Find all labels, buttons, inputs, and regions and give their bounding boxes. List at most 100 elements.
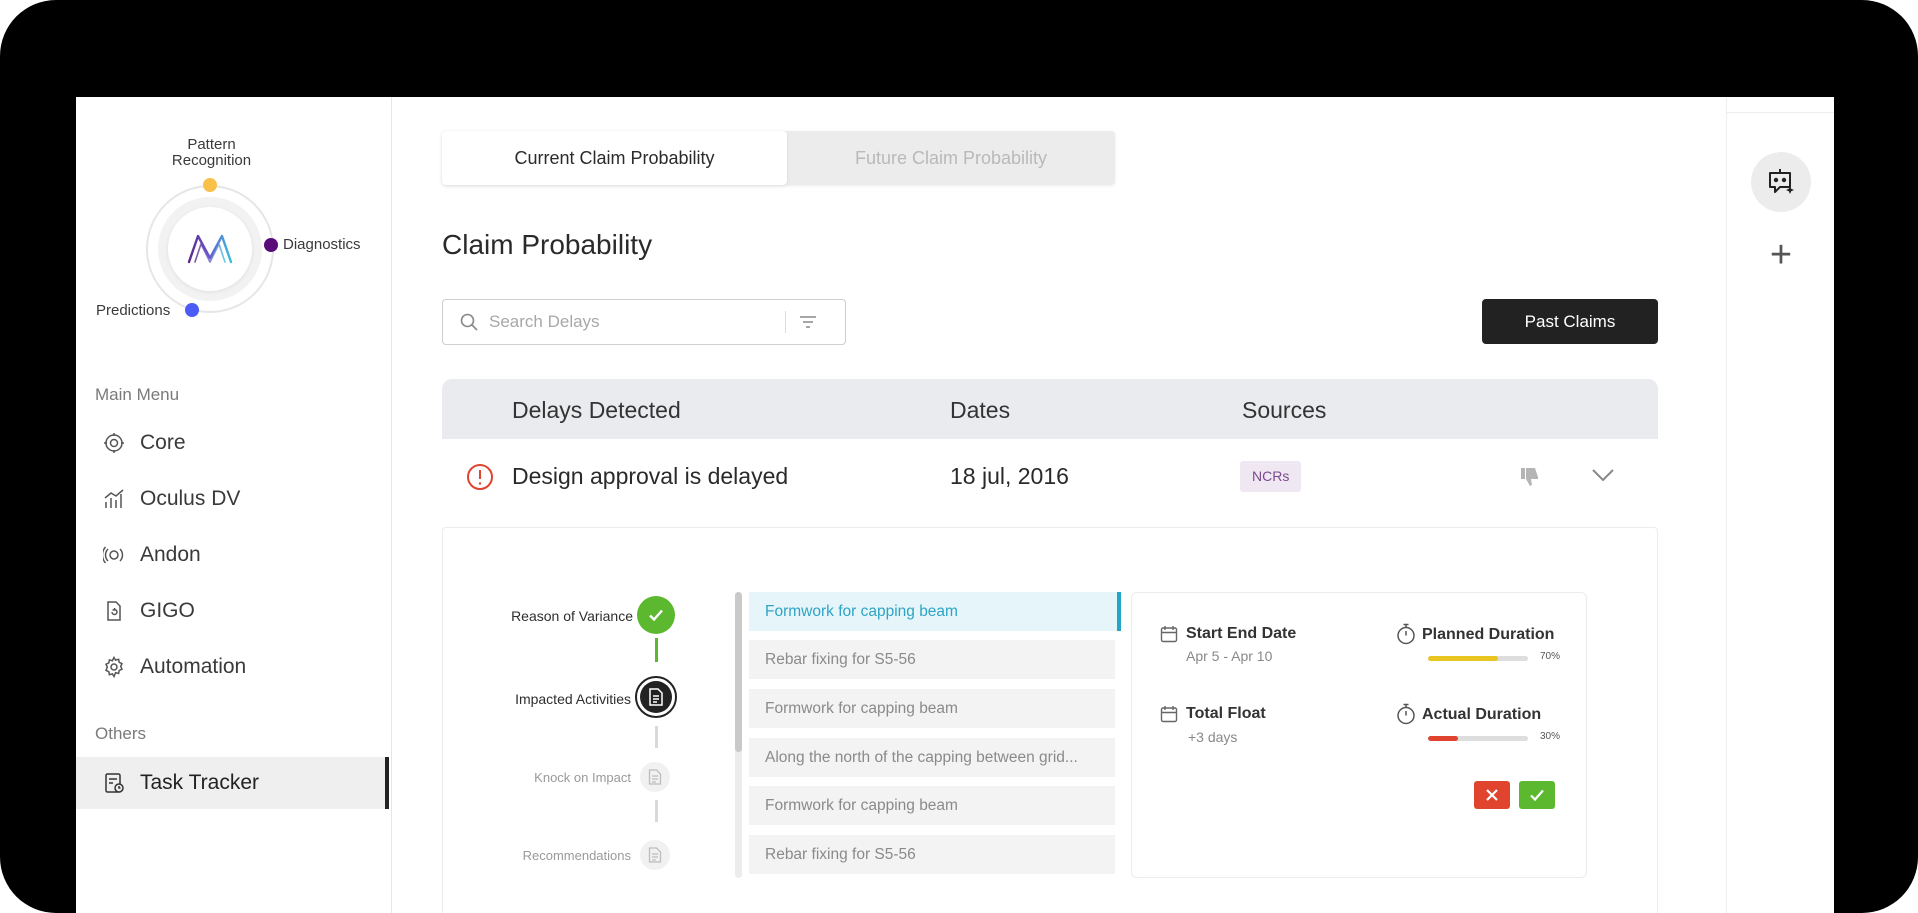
step-label-impacted-activities: Impacted Activities: [515, 691, 631, 707]
orbit-label-predictions: Predictions: [96, 302, 171, 319]
predictions-dot[interactable]: [185, 303, 199, 317]
planned-duration-percent: 70%: [1540, 651, 1561, 662]
sidebar-item-gigo[interactable]: GIGO: [76, 585, 392, 637]
total-float-title: Total Float: [1186, 705, 1266, 722]
active-indicator: [385, 757, 389, 809]
table-header: Delays Detected Dates Sources: [442, 379, 1658, 439]
signal-icon: [102, 543, 126, 567]
search-icon: [460, 313, 478, 331]
main-menu-title: Main Menu: [95, 385, 180, 404]
step-current-icon[interactable]: [635, 676, 677, 718]
sidebar-item-label: Andon: [140, 543, 201, 566]
step-done-icon[interactable]: [637, 596, 675, 634]
filter-icon[interactable]: [798, 314, 818, 330]
close-icon: [1486, 789, 1498, 801]
activities-scrollbar[interactable]: [735, 592, 742, 878]
others-title: Others: [95, 724, 147, 743]
document-refresh-icon: [102, 599, 126, 623]
past-claims-button[interactable]: Past Claims: [1482, 299, 1658, 344]
actual-duration-bar: [1428, 736, 1528, 741]
tab-current-claim-probability[interactable]: Current Claim Probability: [442, 131, 787, 185]
scrollbar-thumb[interactable]: [735, 592, 742, 752]
ai-assistant-button[interactable]: [1751, 152, 1811, 212]
step-pending-icon[interactable]: [640, 840, 670, 870]
start-end-date-value: Apr 5 - Apr 10: [1186, 648, 1273, 664]
thumbs-down-icon[interactable]: [1518, 465, 1542, 494]
sidebar-item-label: GIGO: [140, 599, 195, 622]
brand-logo[interactable]: [168, 207, 252, 291]
search-divider: [785, 311, 786, 333]
sidebar-item-task-tracker[interactable]: Task Tracker: [76, 757, 389, 809]
brand-orbit: Pattern Recognition Diagnostics Predicti…: [76, 97, 392, 337]
check-icon: [1530, 789, 1544, 802]
orbit-label-diagnostics: Diagnostics: [283, 236, 361, 253]
page-title: Claim Probability: [442, 229, 653, 260]
right-rail: +: [1726, 97, 1834, 913]
probability-tabs: Current Claim Probability Future Claim P…: [442, 131, 1115, 185]
planned-duration-bar: [1428, 656, 1528, 661]
header-dates: Dates: [950, 397, 1011, 423]
total-float-value: +3 days: [1188, 729, 1238, 745]
m-logo-icon: [187, 234, 233, 264]
activity-item[interactable]: Formwork for capping beam: [749, 786, 1115, 825]
sidebar-item-oculus-dv[interactable]: Oculus DV: [76, 473, 392, 525]
planned-duration-fill: [1428, 656, 1498, 661]
actual-duration-percent: 30%: [1540, 731, 1561, 742]
app-screen: Pattern Recognition Diagnostics Predicti…: [76, 97, 1834, 913]
table-row[interactable]: Design approval is delayed 18 jul, 2016 …: [442, 439, 1658, 515]
add-icon[interactable]: +: [1765, 236, 1797, 274]
core-icon: [102, 431, 126, 455]
step-pending-icon[interactable]: [640, 762, 670, 792]
delay-description: Design approval is delayed: [512, 463, 789, 489]
diagnostics-dot[interactable]: [264, 238, 278, 252]
sidebar-item-core[interactable]: Core: [76, 417, 392, 469]
stopwatch-icon: [1397, 623, 1415, 645]
search-input[interactable]: [489, 312, 779, 332]
chart-icon: [102, 487, 126, 511]
activity-item[interactable]: Along the north of the capping between g…: [749, 738, 1115, 777]
chevron-down-icon[interactable]: [1590, 467, 1616, 488]
actual-duration-title: Actual Duration: [1422, 706, 1542, 723]
activity-item[interactable]: Rebar fixing for S5-56: [749, 835, 1115, 874]
orbit-label-pattern-recognition: Pattern Recognition: [171, 136, 252, 169]
calendar-icon: [1160, 626, 1178, 643]
header-sources: Sources: [1242, 397, 1327, 423]
document-icon: [640, 681, 672, 713]
calendar-icon: [1160, 706, 1178, 723]
activity-item[interactable]: Formwork for capping beam: [749, 689, 1115, 728]
device-frame: Pattern Recognition Diagnostics Predicti…: [0, 0, 1918, 913]
reject-button[interactable]: [1474, 781, 1510, 809]
tab-future-claim-probability[interactable]: Future Claim Probability: [787, 131, 1115, 185]
sidebar-item-label: Task Tracker: [140, 771, 260, 794]
stopwatch-icon: [1397, 703, 1415, 725]
sidebar-item-automation[interactable]: Automation: [76, 641, 392, 693]
gear-icon: [102, 655, 126, 679]
step-label-knock-on-impact: Knock on Impact: [534, 770, 631, 785]
delay-date: 18 jul, 2016: [950, 463, 1069, 489]
step-label-reason-of-variance: Reason of Variance: [511, 608, 633, 624]
accept-button[interactable]: [1519, 781, 1555, 809]
delay-detail-panel: Reason of Variance Impacted Activities K…: [442, 527, 1658, 913]
planned-duration-title: Planned Duration: [1422, 626, 1555, 643]
source-badge[interactable]: NCRs: [1240, 461, 1302, 492]
step-connector: [655, 800, 658, 822]
sidebar-item-label: Core: [140, 431, 186, 454]
sidebar-item-label: Automation: [140, 655, 247, 678]
sidebar-item-andon[interactable]: Andon: [76, 529, 392, 581]
sidebar-item-label: Oculus DV: [140, 487, 241, 510]
step-connector: [655, 726, 658, 748]
start-end-date-title: Start End Date: [1186, 625, 1297, 642]
activity-item[interactable]: Rebar fixing for S5-56: [749, 640, 1115, 679]
pattern-recognition-dot[interactable]: [203, 178, 217, 192]
activity-item[interactable]: Formwork for capping beam: [749, 592, 1121, 631]
header-delays-detected: Delays Detected: [512, 397, 681, 423]
sidebar: Pattern Recognition Diagnostics Predicti…: [76, 97, 392, 913]
alert-icon: [466, 463, 494, 496]
actual-duration-fill: [1428, 736, 1458, 741]
search-box: [442, 299, 846, 345]
step-connector: [655, 638, 658, 662]
bot-sparkle-icon: [1769, 169, 1794, 194]
rail-divider: [1727, 97, 1834, 113]
activity-info-card: Start End Date Apr 5 - Apr 10 Planned Du…: [1131, 592, 1587, 878]
step-label-recommendations: Recommendations: [522, 848, 631, 863]
